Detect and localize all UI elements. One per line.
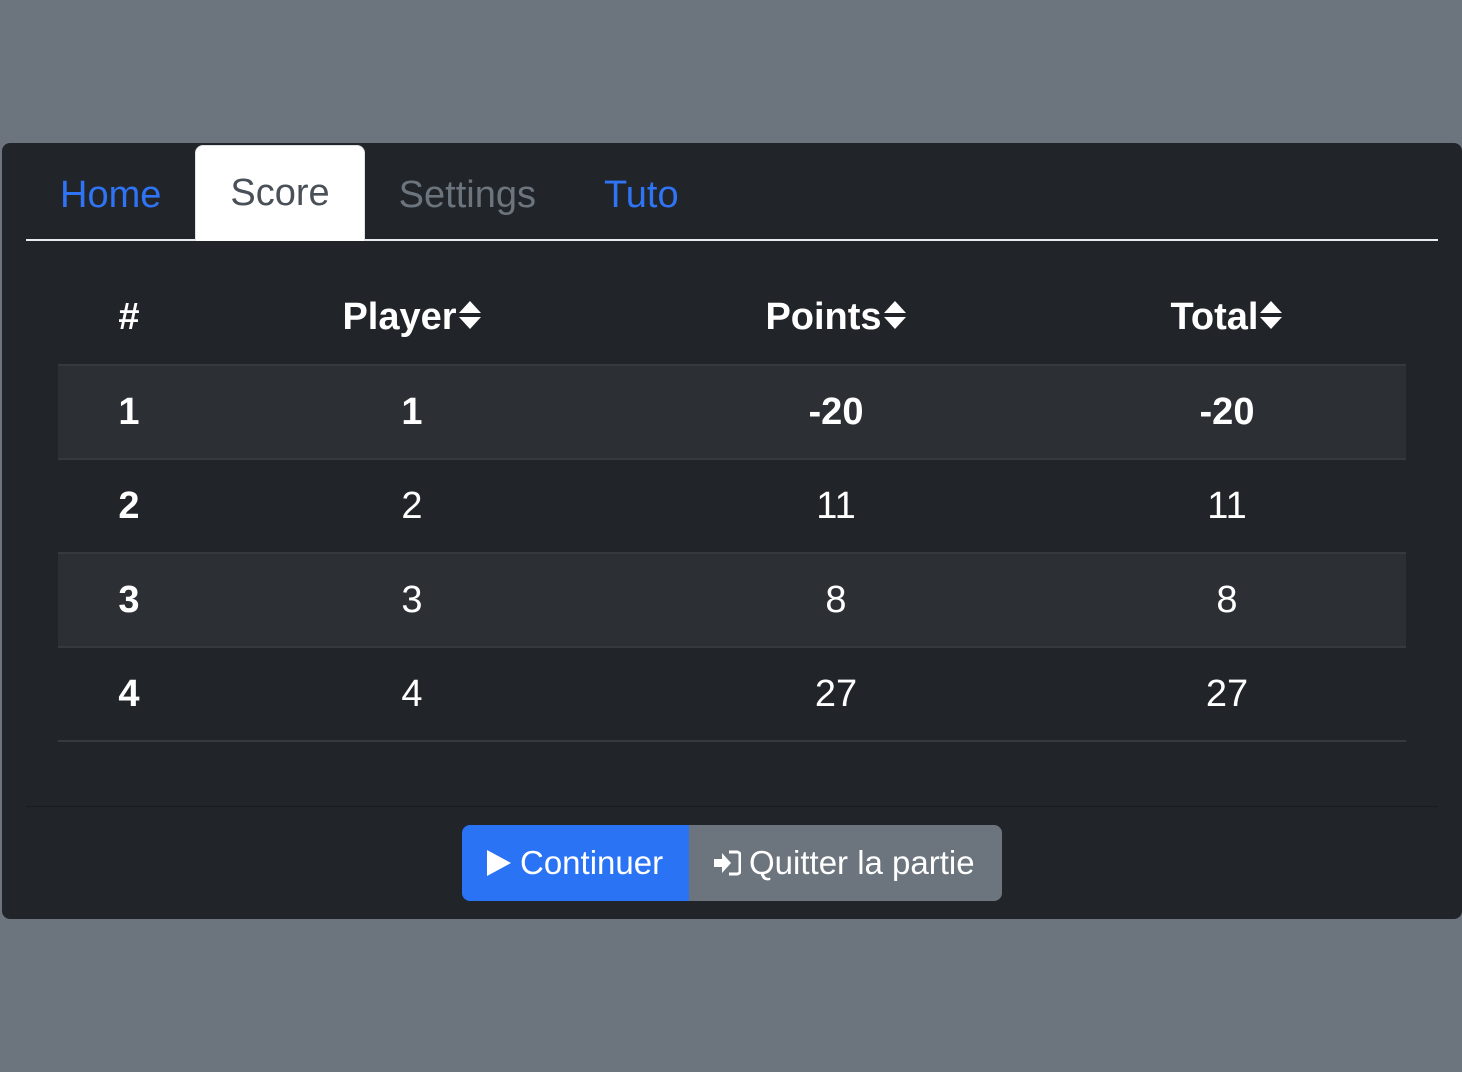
cell-points: 8: [624, 553, 1048, 648]
header-points-label: Points: [765, 295, 882, 338]
header-total-label: Total: [1170, 295, 1259, 338]
cell-player: 2: [200, 459, 624, 554]
sign-in-icon: [714, 850, 741, 876]
tab-bar: Home Score Settings Tuto: [26, 145, 1438, 241]
quit-game-button-label: Quitter la partie: [749, 844, 975, 881]
continue-button-label: Continuer: [520, 844, 664, 881]
footer-divider: [26, 806, 1438, 807]
table-header-row: # Player Points Total: [58, 270, 1406, 366]
sort-icon: [883, 301, 906, 330]
quit-game-button[interactable]: Quitter la partie: [689, 825, 1002, 901]
table-row: 4 4 27 27: [58, 647, 1406, 742]
play-icon: [487, 850, 511, 876]
tab-tuto[interactable]: Tuto: [570, 149, 713, 241]
cell-player: 3: [200, 553, 624, 648]
header-rank: #: [58, 270, 200, 366]
cell-total: -20: [1048, 365, 1406, 460]
cell-player: 1: [200, 365, 624, 460]
tab-score[interactable]: Score: [195, 145, 365, 241]
header-player[interactable]: Player: [200, 270, 624, 366]
cell-rank: 4: [58, 647, 200, 742]
cell-total: 8: [1048, 553, 1406, 648]
cell-rank: 1: [58, 365, 200, 460]
header-player-label: Player: [342, 295, 457, 338]
cell-points: 11: [624, 459, 1048, 554]
header-total[interactable]: Total: [1048, 270, 1406, 366]
sort-icon: [458, 301, 481, 330]
cell-rank: 2: [58, 459, 200, 554]
cell-total: 11: [1048, 459, 1406, 554]
cell-points: 27: [624, 647, 1048, 742]
score-table: # Player Points Total 1 1 -20 -20 2 2 11…: [58, 270, 1406, 742]
header-rank-label: #: [118, 295, 140, 338]
header-points[interactable]: Points: [624, 270, 1048, 366]
cell-rank: 3: [58, 553, 200, 648]
table-row: 1 1 -20 -20: [58, 365, 1406, 460]
modal-footer: Continuer Quitter la partie: [462, 825, 1002, 901]
score-modal: Home Score Settings Tuto # Player Points…: [2, 143, 1462, 919]
sort-icon: [1260, 301, 1283, 330]
table-row: 2 2 11 11: [58, 459, 1406, 554]
cell-points: -20: [624, 365, 1048, 460]
continue-button[interactable]: Continuer: [462, 825, 689, 901]
cell-player: 4: [200, 647, 624, 742]
cell-total: 27: [1048, 647, 1406, 742]
tab-home[interactable]: Home: [26, 149, 195, 241]
table-row: 3 3 8 8: [58, 553, 1406, 648]
tab-settings: Settings: [398, 173, 536, 216]
